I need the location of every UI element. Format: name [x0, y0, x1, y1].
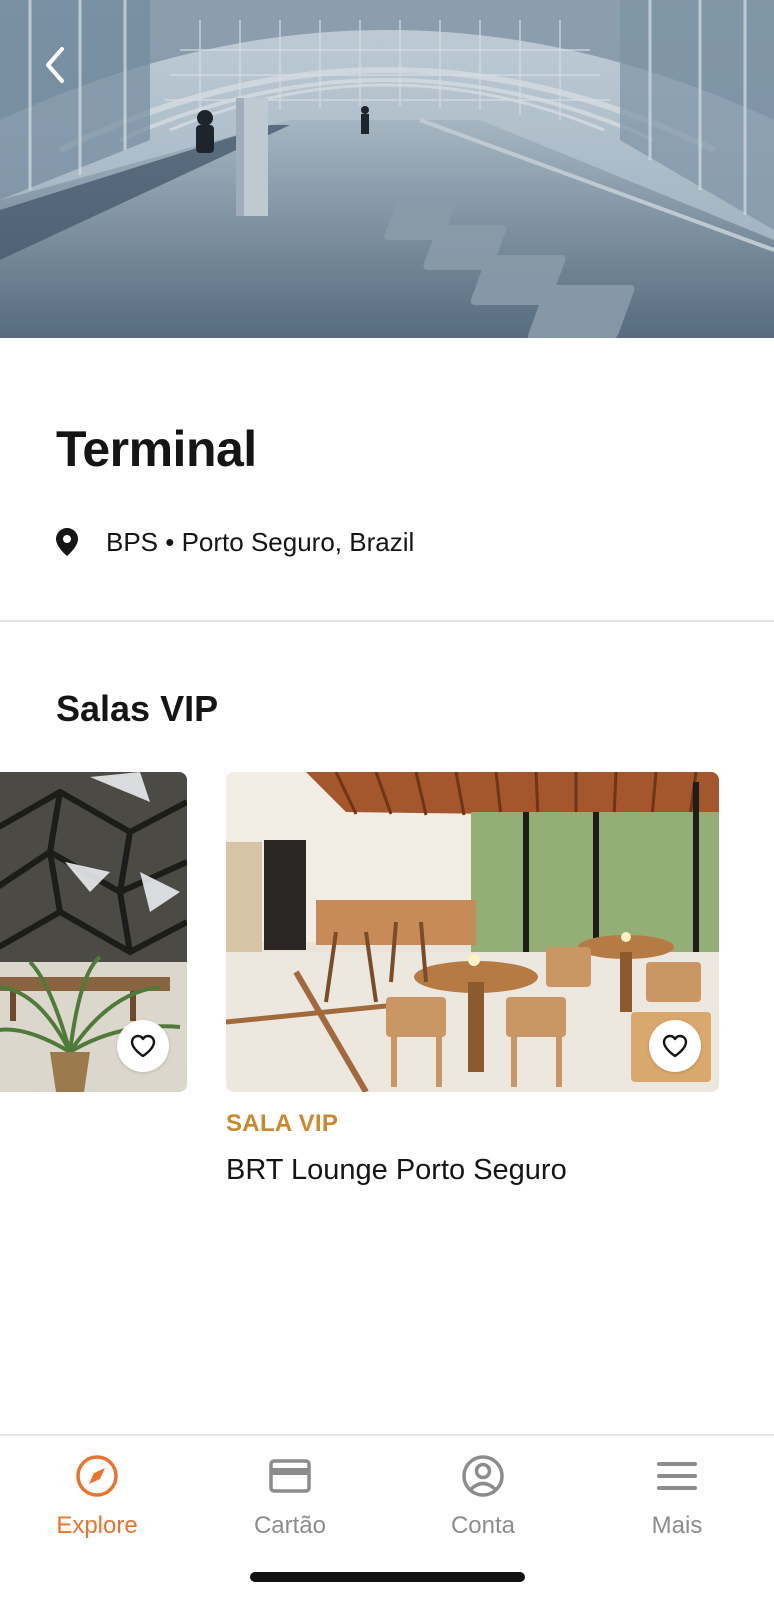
- heart-icon: [662, 1034, 688, 1058]
- nav-label-mais: Mais: [651, 1512, 703, 1539]
- nav-item-mais[interactable]: Mais: [597, 1452, 757, 1540]
- nav-item-cartao[interactable]: Cartão: [210, 1452, 370, 1540]
- compass-icon: [73, 1452, 121, 1500]
- account-icon: [459, 1452, 507, 1500]
- home-indicator: [250, 1572, 525, 1582]
- heart-icon: [130, 1034, 156, 1058]
- chevron-left-icon: [46, 47, 64, 83]
- back-button[interactable]: [40, 45, 84, 89]
- section-divider: [0, 620, 774, 622]
- favorite-button[interactable]: [649, 1020, 701, 1072]
- location-text: BPS • Porto Seguro, Brazil: [106, 526, 415, 557]
- card-icon: [266, 1452, 314, 1500]
- lounge-card-image[interactable]: [226, 772, 719, 1092]
- nav-item-conta[interactable]: Conta: [403, 1452, 563, 1540]
- section-title: Salas VIP: [56, 688, 219, 729]
- favorite-button[interactable]: [117, 1020, 169, 1072]
- menu-icon: [653, 1452, 701, 1500]
- page-title: Terminal: [56, 421, 257, 477]
- lounge-name[interactable]: BRT Lounge Porto Seguro: [226, 1154, 567, 1187]
- terminal-hero-image: [0, 0, 774, 338]
- nav-label-conta: Conta: [450, 1512, 516, 1539]
- nav-label-cartao: Cartão: [253, 1512, 327, 1539]
- nav-item-explore[interactable]: Explore: [17, 1452, 177, 1540]
- lounge-category: SALA VIP: [226, 1110, 339, 1137]
- nav-label-explore: Explore: [56, 1512, 138, 1539]
- location-row: BPS • Porto Seguro, Brazil: [56, 524, 414, 560]
- location-pin-icon: [56, 527, 86, 557]
- lounge-card-image-previous[interactable]: [0, 772, 187, 1092]
